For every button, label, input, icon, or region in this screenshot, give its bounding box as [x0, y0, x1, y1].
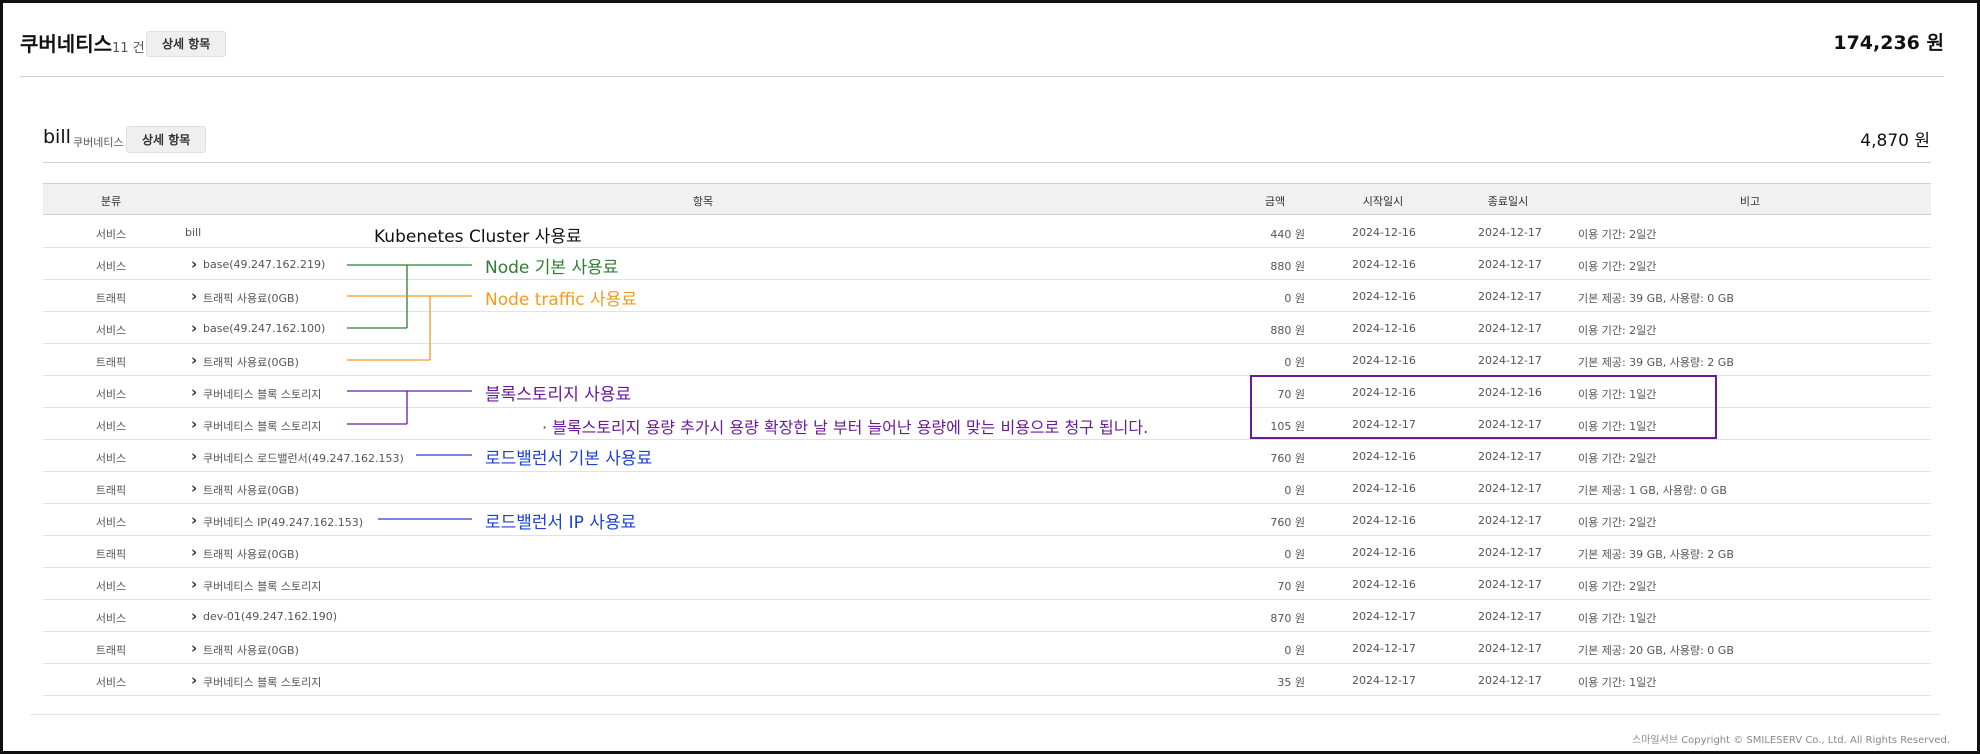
footer-divider: [30, 714, 1940, 715]
annotation-block-storage-note: · 블록스토리지 용량 추가시 용량 확장한 날 부터 늘어난 용량에 맞는 비…: [542, 418, 1149, 437]
block-storage-lines: [347, 390, 472, 425]
annotation-cluster: Kubenetes Cluster 사용료: [374, 227, 582, 247]
annotation-node-traffic: Node traffic 사용료: [485, 290, 637, 310]
block-storage-highlight-box: [1250, 375, 1717, 439]
footer-copyright: 스마일서브 Copyright © SMILESERV Co., Ltd. Al…: [1632, 735, 1950, 746]
loadbalancer-lines: [378, 454, 472, 520]
annotation-lb-base: 로드밸런서 기본 사용료: [485, 449, 653, 469]
annotation-block-storage: 블록스토리지 사용료: [485, 385, 632, 405]
annotation-lb-ip: 로드밸런서 IP 사용료: [485, 513, 637, 533]
annotation-node-base: Node 기본 사용료: [485, 258, 619, 278]
